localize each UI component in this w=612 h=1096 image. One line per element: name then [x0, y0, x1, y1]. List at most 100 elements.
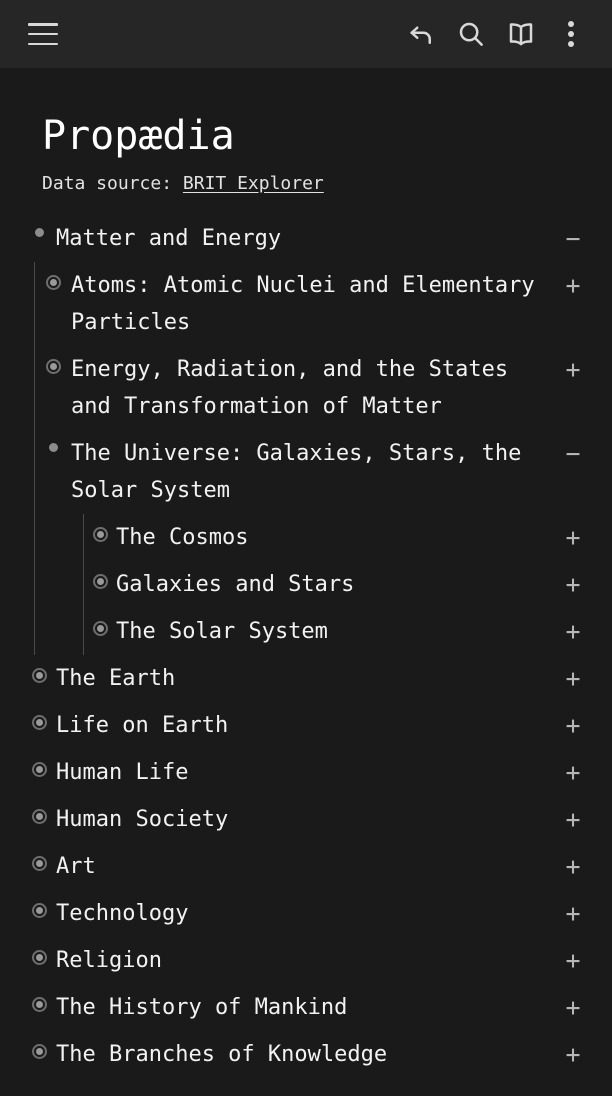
- collapse-toggle-button[interactable]: −: [556, 435, 590, 472]
- tree-item-label[interactable]: Atoms: Atomic Nuclei and Elementary Part…: [71, 267, 556, 341]
- collapsed-ring-icon: [45, 359, 61, 375]
- page-title: Propædia: [42, 113, 235, 159]
- expand-toggle-button[interactable]: +: [556, 660, 590, 697]
- tree-row-human-life[interactable]: Human Life +: [22, 749, 590, 796]
- data-source-label: Data source:: [42, 173, 183, 194]
- tree-level-1-list: Matter and Energy − Atoms: Atomic Nuclei a…: [22, 215, 590, 1078]
- overflow-menu-button[interactable]: [546, 9, 596, 59]
- expand-toggle-button[interactable]: +: [556, 707, 590, 744]
- expand-toggle-button[interactable]: +: [556, 942, 590, 979]
- expanded-dot-icon: [34, 228, 44, 238]
- tree-node: Art +: [22, 843, 590, 890]
- tree-node: Galaxies and Stars +: [84, 561, 590, 608]
- tree-bullet-cell: [84, 613, 116, 637]
- tree-item-label[interactable]: The Branches of Knowledge: [56, 1036, 556, 1073]
- tree-bullet-cell: [35, 351, 71, 375]
- tree-node: The Cosmos +: [84, 514, 590, 561]
- tree-node: Religion +: [22, 937, 590, 984]
- tree-bullet-cell: [22, 942, 56, 966]
- tree-item-label[interactable]: The Solar System: [116, 613, 556, 650]
- tree-bullet-cell: [22, 989, 56, 1013]
- tree-row-religion[interactable]: Religion +: [22, 937, 590, 984]
- tree-bullet-cell: [22, 660, 56, 684]
- collapsed-ring-icon: [31, 809, 47, 825]
- expand-toggle-button[interactable]: +: [556, 351, 590, 388]
- page-content: Propædia Data source: BRIT Explorer Matt…: [0, 68, 612, 1078]
- tree-item-label[interactable]: Human Society: [56, 801, 556, 838]
- tree-node: Human Life +: [22, 749, 590, 796]
- tree-item-label[interactable]: Energy, Radiation, and the States and Tr…: [71, 351, 556, 425]
- collapse-toggle-button[interactable]: −: [556, 220, 590, 257]
- tree-node: The Universe: Galaxies, Stars, the Solar…: [35, 430, 590, 656]
- tree-node: Atoms: Atomic Nuclei and Elementary Part…: [35, 262, 590, 346]
- tree-row-technology[interactable]: Technology +: [22, 890, 590, 937]
- collapsed-ring-icon: [31, 997, 47, 1013]
- collapsed-ring-icon: [31, 668, 47, 684]
- tree-bullet-cell: [22, 895, 56, 919]
- expanded-dot-icon: [48, 443, 58, 453]
- tree-bullet-cell: [84, 519, 116, 543]
- undo-arrow-icon: [410, 26, 431, 44]
- tree-row-the-history-of-mankind[interactable]: The History of Mankind +: [22, 984, 590, 1031]
- data-source-line: Data source: BRIT Explorer: [22, 158, 590, 195]
- undo-button[interactable]: [396, 9, 446, 59]
- book-button[interactable]: [496, 9, 546, 59]
- collapsed-ring-icon: [31, 903, 47, 919]
- tree-bullet-cell: [22, 754, 56, 778]
- tree-row-the-earth[interactable]: The Earth +: [22, 655, 590, 702]
- search-button[interactable]: [446, 9, 496, 59]
- tree-row-atoms-atomic-nuclei-and-elementary-particles[interactable]: Atoms: Atomic Nuclei and Elementary Part…: [35, 262, 590, 346]
- expand-toggle-button[interactable]: +: [556, 801, 590, 838]
- expand-toggle-button[interactable]: +: [556, 566, 590, 603]
- collapsed-ring-icon: [31, 856, 47, 872]
- expand-toggle-button[interactable]: +: [556, 895, 590, 932]
- expand-toggle-button[interactable]: +: [556, 848, 590, 885]
- tree-item-label[interactable]: Religion: [56, 942, 556, 979]
- tree-node: The Solar System +: [84, 608, 590, 655]
- tree-row-art[interactable]: Art +: [22, 843, 590, 890]
- tree-item-label[interactable]: Matter and Energy: [56, 220, 556, 257]
- expand-toggle-button[interactable]: +: [556, 989, 590, 1026]
- collapsed-ring-icon: [92, 621, 108, 637]
- tree-bullet-cell: [84, 566, 116, 590]
- tree-node: Matter and Energy − Atoms: Atomic Nuclei a…: [22, 215, 590, 656]
- tree-row-life-on-earth[interactable]: Life on Earth +: [22, 702, 590, 749]
- tree-node: The Branches of Knowledge +: [22, 1031, 590, 1078]
- tree-level-2-list: Atoms: Atomic Nuclei and Elementary Part…: [34, 262, 590, 656]
- expand-toggle-button[interactable]: +: [556, 754, 590, 791]
- tree-row-the-solar-system[interactable]: The Solar System +: [84, 608, 590, 655]
- tree-item-label[interactable]: The Earth: [56, 660, 556, 697]
- expand-toggle-button[interactable]: +: [556, 267, 590, 304]
- tree-bullet-cell: [35, 267, 71, 291]
- tree-row-galaxies-and-stars[interactable]: Galaxies and Stars +: [84, 561, 590, 608]
- hamburger-menu-button[interactable]: [18, 9, 68, 59]
- tree-item-label[interactable]: Art: [56, 848, 556, 885]
- tree-item-label[interactable]: Life on Earth: [56, 707, 556, 744]
- hamburger-menu-icon: [28, 23, 58, 45]
- expand-toggle-button[interactable]: +: [556, 519, 590, 556]
- tree-item-label[interactable]: The Cosmos: [116, 519, 556, 556]
- app-toolbar: [0, 0, 612, 68]
- tree-item-label[interactable]: Human Life: [56, 754, 556, 791]
- tree-node: Human Society +: [22, 796, 590, 843]
- tree-row-the-universe-galaxies-stars-the-solar-system[interactable]: The Universe: Galaxies, Stars, the Solar…: [35, 430, 590, 514]
- tree-node: The Earth +: [22, 655, 590, 702]
- tree-row-matter-and-energy[interactable]: Matter and Energy −: [22, 215, 590, 262]
- tree-node: Energy, Radiation, and the States and Tr…: [35, 346, 590, 430]
- search-icon: [459, 22, 483, 46]
- tree-item-label[interactable]: The History of Mankind: [56, 989, 556, 1026]
- expand-toggle-button[interactable]: +: [556, 613, 590, 650]
- tree-node: The History of Mankind +: [22, 984, 590, 1031]
- data-source-link[interactable]: BRIT Explorer: [183, 173, 324, 194]
- collapsed-ring-icon: [92, 527, 108, 543]
- expand-toggle-button[interactable]: +: [556, 1036, 590, 1073]
- tree-item-label[interactable]: The Universe: Galaxies, Stars, the Solar…: [71, 435, 556, 509]
- tree-bullet-cell: [22, 801, 56, 825]
- tree-row-energy-radiation-and-the-states-and-transformati[interactable]: Energy, Radiation, and the States and Tr…: [35, 346, 590, 430]
- tree-item-label[interactable]: Technology: [56, 895, 556, 932]
- tree-row-the-cosmos[interactable]: The Cosmos +: [84, 514, 590, 561]
- collapsed-ring-icon: [92, 574, 108, 590]
- tree-row-the-branches-of-knowledge[interactable]: The Branches of Knowledge +: [22, 1031, 590, 1078]
- tree-item-label[interactable]: Galaxies and Stars: [116, 566, 556, 603]
- tree-row-human-society[interactable]: Human Society +: [22, 796, 590, 843]
